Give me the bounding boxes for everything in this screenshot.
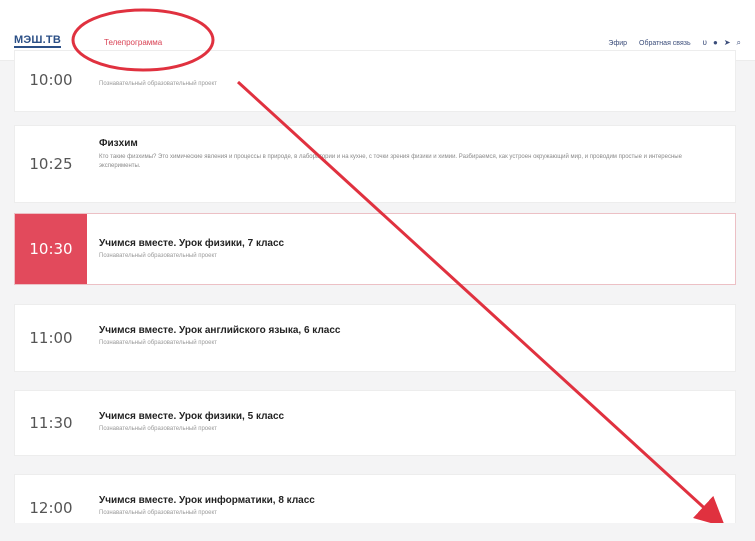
telegram-icon[interactable]: ➤ <box>724 38 731 48</box>
schedule-time: 10:25 <box>29 155 73 173</box>
schedule-time: 11:00 <box>29 329 73 347</box>
vk-icon[interactable]: ʋ <box>703 38 707 48</box>
search-icon[interactable]: ⌕ <box>737 38 741 48</box>
schedule-item-active[interactable]: 10:30 Учимся вместе. Урок физики, 7 клас… <box>14 213 736 285</box>
ok-icon[interactable]: ● <box>713 38 718 48</box>
schedule-item[interactable]: 11:30 Учимся вместе. Урок физики, 5 клас… <box>14 390 736 456</box>
nav-link-live[interactable]: Эфир <box>608 40 627 47</box>
schedule-item[interactable]: 11:00 Учимся вместе. Урок английского яз… <box>14 304 736 372</box>
nav-link-feedback[interactable]: Обратная связь <box>639 40 691 47</box>
schedule-item[interactable]: 12:00 Учимся вместе. Урок информатики, 8… <box>14 474 736 523</box>
social-icons: ʋ ● ➤ ⌕ <box>703 38 741 48</box>
schedule-description: Кто такие физхимы? Это химические явлени… <box>99 154 682 169</box>
site-logo[interactable]: МЭШ.ТВ <box>14 34 61 48</box>
schedule-title: Учимся вместе. Урок информатики, 8 класс <box>99 495 315 506</box>
schedule-subtitle: Познавательный образовательный проект <box>99 81 217 87</box>
schedule-item[interactable]: 10:00 Познавательный образовательный про… <box>14 50 736 112</box>
schedule-subtitle: Познавательный образовательный проект <box>99 426 217 432</box>
schedule-title: Учимся вместе. Урок физики, 5 класс <box>99 411 285 422</box>
nav-tab-schedule[interactable]: Телепрограмма <box>104 38 162 47</box>
header-right: Эфир Обратная связь ʋ ● ➤ ⌕ <box>608 38 741 48</box>
schedule-title: Учимся вместе. Урок физики, 7 класс <box>99 238 285 249</box>
schedule-time: 12:00 <box>29 499 73 517</box>
schedule-subtitle: Познавательный образовательный проект <box>99 340 217 346</box>
schedule-subtitle: Познавательный образовательный проект <box>99 510 217 516</box>
schedule-time: 10:00 <box>29 71 73 89</box>
schedule-subtitle: Познавательный образовательный проект <box>99 253 217 259</box>
schedule-item[interactable]: 10:25 Физхим Кто такие физхимы? Это хими… <box>14 125 736 203</box>
schedule-title: Учимся вместе. Урок английского языка, 6… <box>99 325 341 336</box>
schedule-time: 10:30 <box>15 214 87 284</box>
schedule-title: Физхим <box>99 138 138 149</box>
schedule-time: 11:30 <box>29 414 73 432</box>
